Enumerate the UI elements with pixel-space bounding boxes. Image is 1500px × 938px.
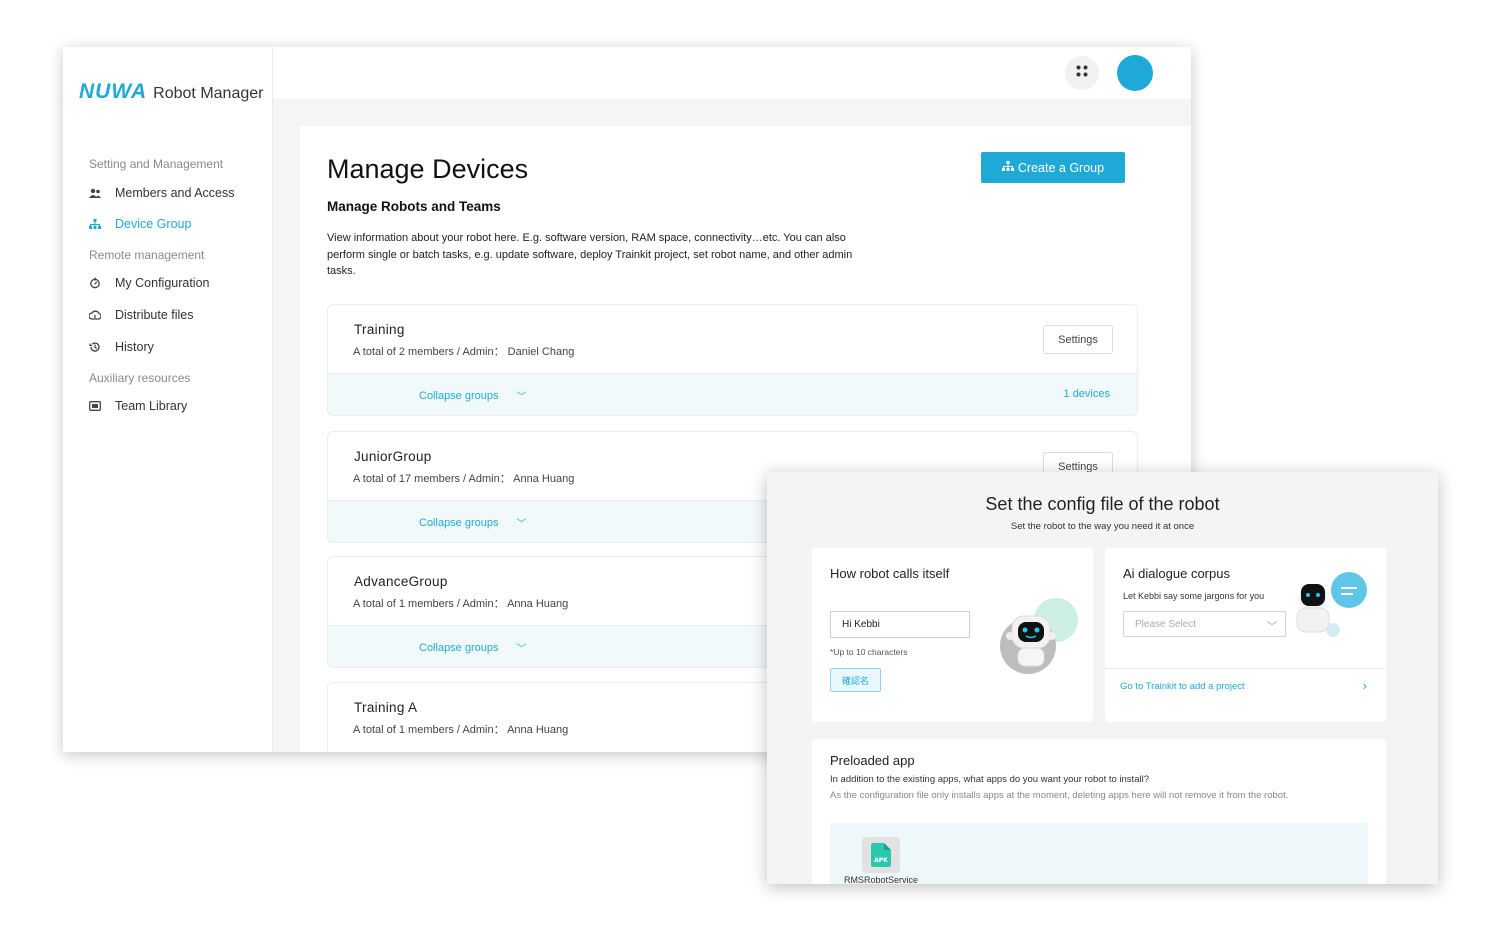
- robot-illustration: [1000, 598, 1078, 674]
- group-meta: A total of 17 members / Admin： Anna Huan…: [353, 473, 575, 485]
- sidebar-item-label: My Configuration: [115, 276, 210, 290]
- sidebar-item-label: Device Group: [115, 217, 192, 231]
- apk-list: APK RMSRobotService: [830, 823, 1368, 884]
- group-meta: A total of 1 members / Admin： Anna Huang: [353, 598, 569, 610]
- top-bar: [273, 47, 1191, 99]
- panel-title: Ai dialogue corpus: [1123, 566, 1230, 581]
- apps-button[interactable]: [1065, 56, 1099, 90]
- sidebar-item-team-library[interactable]: Team Library: [89, 399, 187, 413]
- robot-name-panel: How robot calls itself *Up to 10 charact…: [812, 548, 1093, 722]
- dialogue-corpus-panel: Ai dialogue corpus Let Kebbi say some ja…: [1105, 548, 1386, 722]
- collapse-groups-toggle[interactable]: Collapse groups ﹀: [419, 640, 527, 656]
- library-icon: [89, 400, 101, 412]
- preload-note: As the configuration file only installs …: [830, 790, 1289, 801]
- sidebar-item-members[interactable]: Members and Access: [89, 186, 235, 200]
- sidebar-item-label: Distribute files: [115, 308, 194, 322]
- nav-section-remote: Remote management: [89, 248, 205, 262]
- sidebar-item-label: History: [115, 340, 154, 354]
- device-group-icon: [89, 218, 101, 230]
- logo-text: Robot Manager: [153, 85, 264, 102]
- robot-name-input[interactable]: [830, 611, 970, 638]
- sidebar-item-device-group[interactable]: Device Group: [89, 217, 191, 231]
- chevron-down-icon: ﹀: [1267, 622, 1277, 633]
- config-window: Set the config file of the robot Set the…: [767, 472, 1438, 884]
- chevron-right-icon[interactable]: ›: [1363, 678, 1367, 693]
- sidebar: NUWA Robot Manager Setting and Managemen…: [63, 47, 273, 752]
- distribute-icon: [89, 309, 101, 321]
- grid-dots-icon: [1075, 64, 1089, 83]
- sidebar-item-label: Team Library: [115, 399, 188, 413]
- collapse-groups-toggle[interactable]: Collapse groups ﹀: [419, 515, 527, 531]
- corpus-select[interactable]: Please Select ﹀: [1123, 611, 1286, 637]
- description: View information about your robot here. …: [327, 232, 853, 277]
- chevron-down-icon: ﹀: [516, 644, 527, 655]
- config-subtitle: Set the robot to the way you need it at …: [1010, 521, 1195, 532]
- chevron-down-icon: ﹀: [516, 519, 527, 530]
- section-subtitle: Manage Robots and Teams: [327, 199, 501, 214]
- logo: NUWA Robot Manager: [79, 80, 263, 104]
- apk-file-icon: APK: [871, 843, 891, 867]
- panel-title: How robot calls itself: [830, 566, 950, 581]
- chevron-down-icon: ﹀: [516, 392, 527, 403]
- group-footer: Collapse groups ﹀ 1 devices: [328, 373, 1137, 415]
- preload-question: In addition to the existing apps, what a…: [830, 774, 1149, 785]
- sidebar-item-my-configuration[interactable]: My Configuration: [89, 276, 210, 290]
- nav-section-auxiliary: Auxiliary resources: [89, 371, 191, 385]
- collapse-label: Collapse groups: [419, 641, 499, 654]
- settings-button[interactable]: Settings: [1043, 325, 1113, 354]
- nav-section-setting: Setting and Management: [89, 157, 224, 171]
- select-placeholder: Please Select: [1135, 618, 1197, 630]
- sidebar-item-label: Members and Access: [115, 186, 235, 200]
- robot-speech-illustration: [1296, 572, 1367, 637]
- history-icon: [89, 341, 101, 353]
- group-name: Training: [354, 322, 405, 337]
- divider: [1105, 668, 1386, 669]
- members-icon: [89, 187, 101, 199]
- group-icon: [1001, 160, 1014, 175]
- apk-name: RMSRobotService: [844, 875, 919, 884]
- group-meta: A total of 1 members / Admin： Anna Huang: [353, 724, 569, 736]
- configuration-icon: [89, 277, 101, 289]
- sidebar-item-distribute-files[interactable]: Distribute files: [89, 308, 194, 322]
- apk-tile[interactable]: APK: [862, 837, 900, 873]
- group-name: Training A: [354, 700, 418, 715]
- confirm-name-button[interactable]: 確認名: [830, 668, 881, 692]
- create-group-label: Create a Group: [1017, 160, 1105, 175]
- collapse-label: Collapse groups: [419, 516, 499, 529]
- character-limit-hint: *Up to 10 characters: [830, 647, 908, 657]
- group-name: AdvanceGroup: [354, 574, 448, 589]
- collapse-label: Collapse groups: [419, 389, 499, 402]
- sidebar-item-history[interactable]: History: [89, 340, 154, 354]
- group-name: JuniorGroup: [354, 449, 432, 464]
- corpus-description: Let Kebbi say some jargons for you: [1123, 591, 1265, 601]
- avatar[interactable]: [1117, 55, 1153, 91]
- logo-mark: NUWA: [79, 80, 148, 103]
- trainkit-link[interactable]: Go to Trainkit to add a project: [1120, 681, 1245, 692]
- create-group-button[interactable]: Create a Group: [981, 152, 1125, 183]
- page-title: Manage Devices: [327, 154, 529, 184]
- preloaded-app-panel: Preloaded app In addition to the existin…: [812, 739, 1386, 884]
- panel-title: Preloaded app: [830, 753, 915, 768]
- group-card: Training A total of 2 members / Admin： D…: [327, 304, 1138, 416]
- config-title: Set the config file of the robot: [985, 494, 1220, 514]
- collapse-groups-toggle[interactable]: Collapse groups ﹀: [419, 388, 527, 404]
- apk-badge: APK: [874, 857, 888, 864]
- device-count-link[interactable]: 1 devices: [1064, 388, 1110, 400]
- group-meta: A total of 2 members / Admin： Daniel Cha…: [353, 346, 575, 358]
